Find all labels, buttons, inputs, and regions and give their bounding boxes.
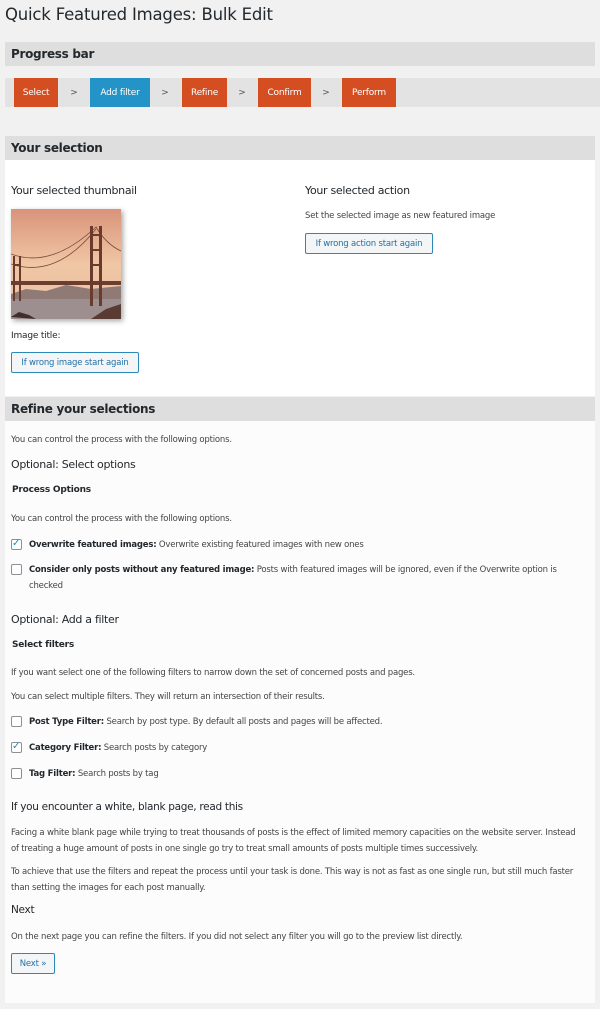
only-without-featured-checkbox[interactable]	[11, 564, 22, 575]
next-heading: Next	[11, 904, 35, 916]
tag-filter-checkbox[interactable]	[11, 768, 22, 779]
option-desc: Overwrite existing featured images with …	[158, 540, 364, 550]
step-separator: >	[161, 87, 169, 98]
option-label: Consider only posts without any featured…	[29, 565, 255, 575]
progress-bar-header: Progress bar	[5, 42, 595, 66]
select-options-heading: Optional: Select options	[11, 458, 136, 471]
checkmark-icon: ✓	[12, 538, 21, 549]
step-separator: >	[70, 87, 78, 98]
progress-bar: Select > Add filter > Refine > Confirm >…	[5, 78, 600, 107]
filter-intro-1: If you want select one of the following …	[11, 668, 415, 678]
golden-gate-bridge-image	[11, 209, 121, 319]
category-filter-checkbox[interactable]: ✓	[11, 741, 22, 753]
step-perform: Perform	[342, 78, 396, 107]
option-overwrite[interactable]: ✓ Overwrite featured images: Overwrite e…	[11, 537, 581, 553]
image-title-label: Image title:	[11, 331, 61, 341]
filter-desc: Search by post type. By default all post…	[106, 717, 383, 727]
step-add-filter[interactable]: Add filter	[90, 78, 150, 107]
option-only-without-featured[interactable]: Consider only posts without any featured…	[11, 562, 581, 594]
filter-desc: Search posts by tag	[77, 769, 159, 779]
filter-intro-2: You can select multiple filters. They wi…	[11, 692, 325, 702]
filter-label: Post Type Filter:	[29, 717, 104, 727]
thumbnail-heading: Your selected thumbnail	[11, 184, 137, 197]
filter-tag[interactable]: Tag Filter: Search posts by tag	[11, 766, 581, 782]
wrong-image-button[interactable]: If wrong image start again	[11, 352, 139, 373]
wrong-action-button[interactable]: If wrong action start again	[305, 233, 433, 254]
selection-header: Your selection	[5, 136, 595, 160]
step-separator: >	[238, 87, 246, 98]
action-text: Set the selected image as new featured i…	[305, 211, 496, 221]
blank-page-heading: If you encounter a white, blank page, re…	[11, 801, 243, 813]
filter-category[interactable]: ✓ Category Filter: Search posts by categ…	[11, 740, 581, 756]
next-text: On the next page you can refine the filt…	[11, 932, 463, 942]
next-button[interactable]: Next »	[11, 953, 55, 974]
filter-label: Category Filter:	[29, 743, 102, 753]
process-intro: You can control the process with the fol…	[11, 514, 232, 524]
refine-header: Refine your selections	[5, 397, 595, 421]
filter-desc: Search posts by category	[103, 743, 208, 753]
blank-page-text-1: Facing a white blank page while trying t…	[11, 828, 576, 854]
blank-page-text-2: To achieve that use the filters and repe…	[11, 867, 574, 893]
step-confirm: Confirm	[258, 78, 311, 107]
checkmark-icon: ✓	[12, 741, 21, 752]
post-type-filter-checkbox[interactable]	[11, 716, 22, 727]
selected-thumbnail	[11, 209, 121, 319]
process-options-heading: Process Options	[12, 485, 91, 495]
filter-label: Tag Filter:	[29, 769, 76, 779]
option-label: Overwrite featured images:	[29, 540, 157, 550]
page-title: Quick Featured Images: Bulk Edit	[5, 5, 273, 24]
step-refine: Refine	[182, 78, 227, 107]
add-filter-heading: Optional: Add a filter	[11, 613, 119, 626]
step-separator: >	[322, 87, 330, 98]
filter-post-type[interactable]: Post Type Filter: Search by post type. B…	[11, 714, 581, 730]
action-heading: Your selected action	[305, 184, 410, 197]
refine-intro: You can control the process with the fol…	[11, 435, 232, 445]
step-select[interactable]: Select	[14, 78, 58, 107]
select-filters-heading: Select filters	[12, 640, 75, 650]
refine-panel	[5, 421, 595, 1003]
overwrite-checkbox[interactable]: ✓	[11, 538, 22, 550]
